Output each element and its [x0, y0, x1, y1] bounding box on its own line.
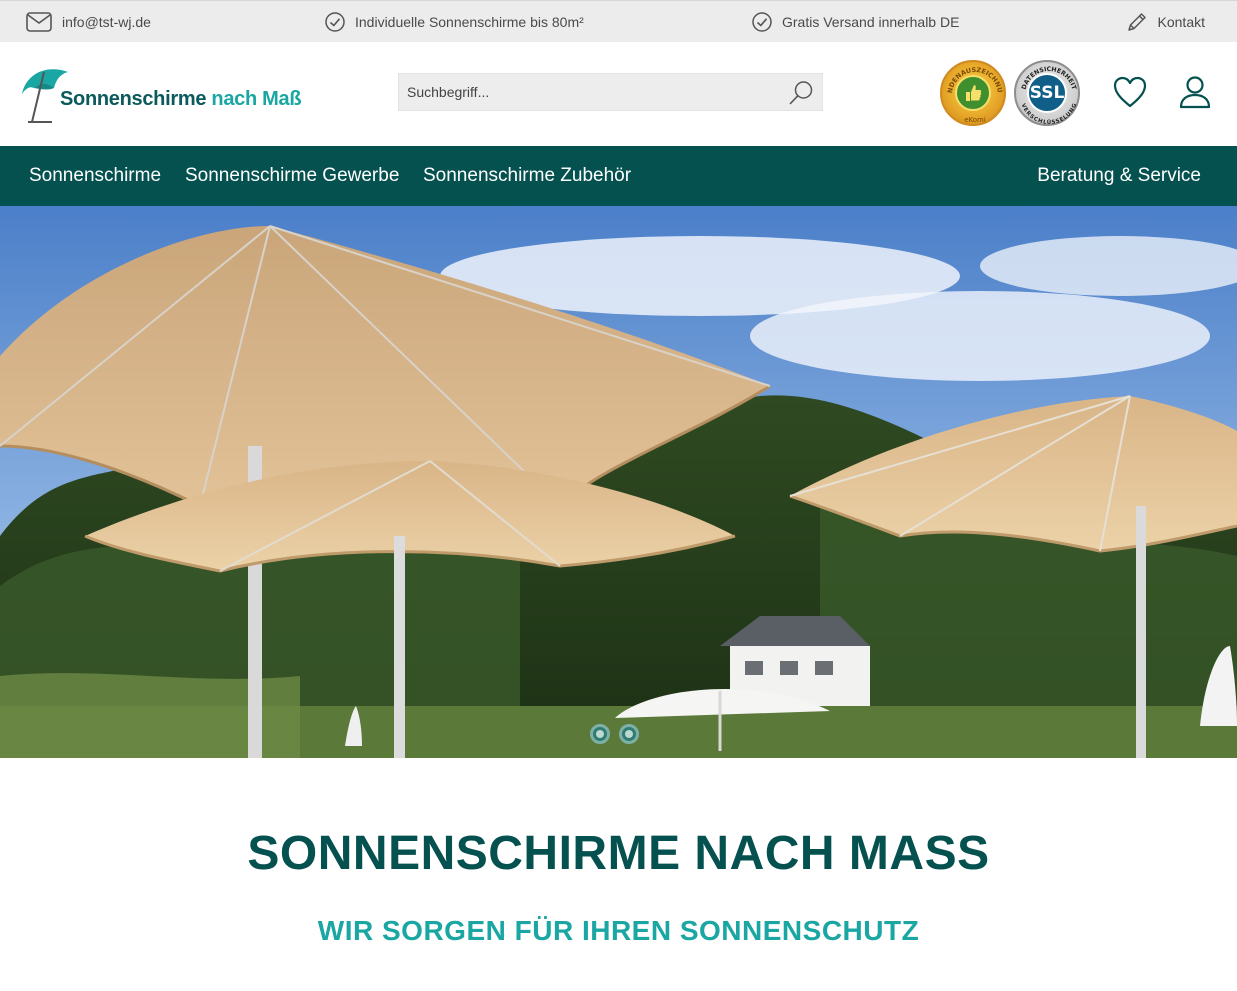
pencil-icon — [1127, 13, 1146, 31]
site-logo[interactable]: Sonnenschirme nach Maß — [16, 64, 316, 126]
user-icon — [1179, 76, 1211, 109]
nav-item-sonnenschirme-gewerbe[interactable]: Sonnenschirme Gewerbe — [185, 146, 399, 206]
slider-dot-1[interactable] — [590, 724, 610, 744]
usp-custom-umbrellas: Individuelle Sonnenschirme bis 80m² — [325, 1, 584, 43]
logo-wordmark: Sonnenschirme nach Maß — [60, 88, 302, 111]
mail-icon — [26, 12, 52, 32]
check-circle-icon — [325, 12, 345, 32]
slider-dots — [590, 724, 639, 744]
slider-dot-2[interactable] — [619, 724, 639, 744]
nav-item-beratung-service[interactable]: Beratung & Service — [1037, 146, 1201, 206]
logo-part1: Sonnenschirme — [60, 88, 207, 110]
ssl-seal: SSL — [1027, 73, 1067, 113]
page-subtitle: WIR SORGEN FÜR IHREN SONNENSCHUTZ — [317, 915, 920, 946]
hero-slider[interactable] — [0, 206, 1237, 758]
ekomi-badge[interactable]: KUNDENAUSZEICHNUNG eKomi — [940, 60, 1006, 126]
search-button[interactable] — [786, 78, 816, 108]
thumbs-up-icon — [966, 85, 982, 101]
usp-shipping-text: Gratis Versand innerhalb DE — [782, 14, 960, 30]
ekomi-brand-text: eKomi — [964, 116, 986, 124]
page-title: SONNENSCHIRME NACH MASS — [247, 827, 990, 880]
ekomi-seal — [955, 75, 991, 111]
hero-image — [0, 206, 1237, 758]
contact-text: Kontakt — [1157, 14, 1205, 30]
logo-part2: nach Maß — [211, 88, 302, 110]
site-header: Sonnenschirme nach Maß KUNDENAUSZEICHNUN… — [0, 42, 1237, 146]
account-button[interactable] — [1175, 72, 1215, 112]
wishlist-button[interactable] — [1110, 72, 1150, 112]
email-text: info@tst-wj.de — [62, 14, 151, 30]
contact-link[interactable]: Kontakt — [1126, 1, 1205, 43]
search-icon — [789, 81, 813, 105]
usp-free-shipping: Gratis Versand innerhalb DE — [752, 1, 959, 43]
search-bar — [398, 73, 823, 111]
top-info-bar: info@tst-wj.de Individuelle Sonnenschirm… — [0, 0, 1237, 42]
usp-custom-text: Individuelle Sonnenschirme bis 80m² — [355, 14, 584, 30]
search-input[interactable] — [399, 74, 769, 110]
ssl-badge[interactable]: DATENSICHERHEIT VERSCHLÜSSELUNG SSL — [1014, 60, 1080, 126]
main-navigation: Sonnenschirme Sonnenschirme Gewerbe Sonn… — [0, 146, 1237, 206]
heart-icon — [1113, 76, 1147, 108]
email-link[interactable]: info@tst-wj.de — [26, 1, 151, 43]
nav-item-sonnenschirme-zubehoer[interactable]: Sonnenschirme Zubehör — [423, 146, 631, 206]
check-circle-icon — [752, 12, 772, 32]
nav-item-sonnenschirme[interactable]: Sonnenschirme — [29, 146, 161, 206]
